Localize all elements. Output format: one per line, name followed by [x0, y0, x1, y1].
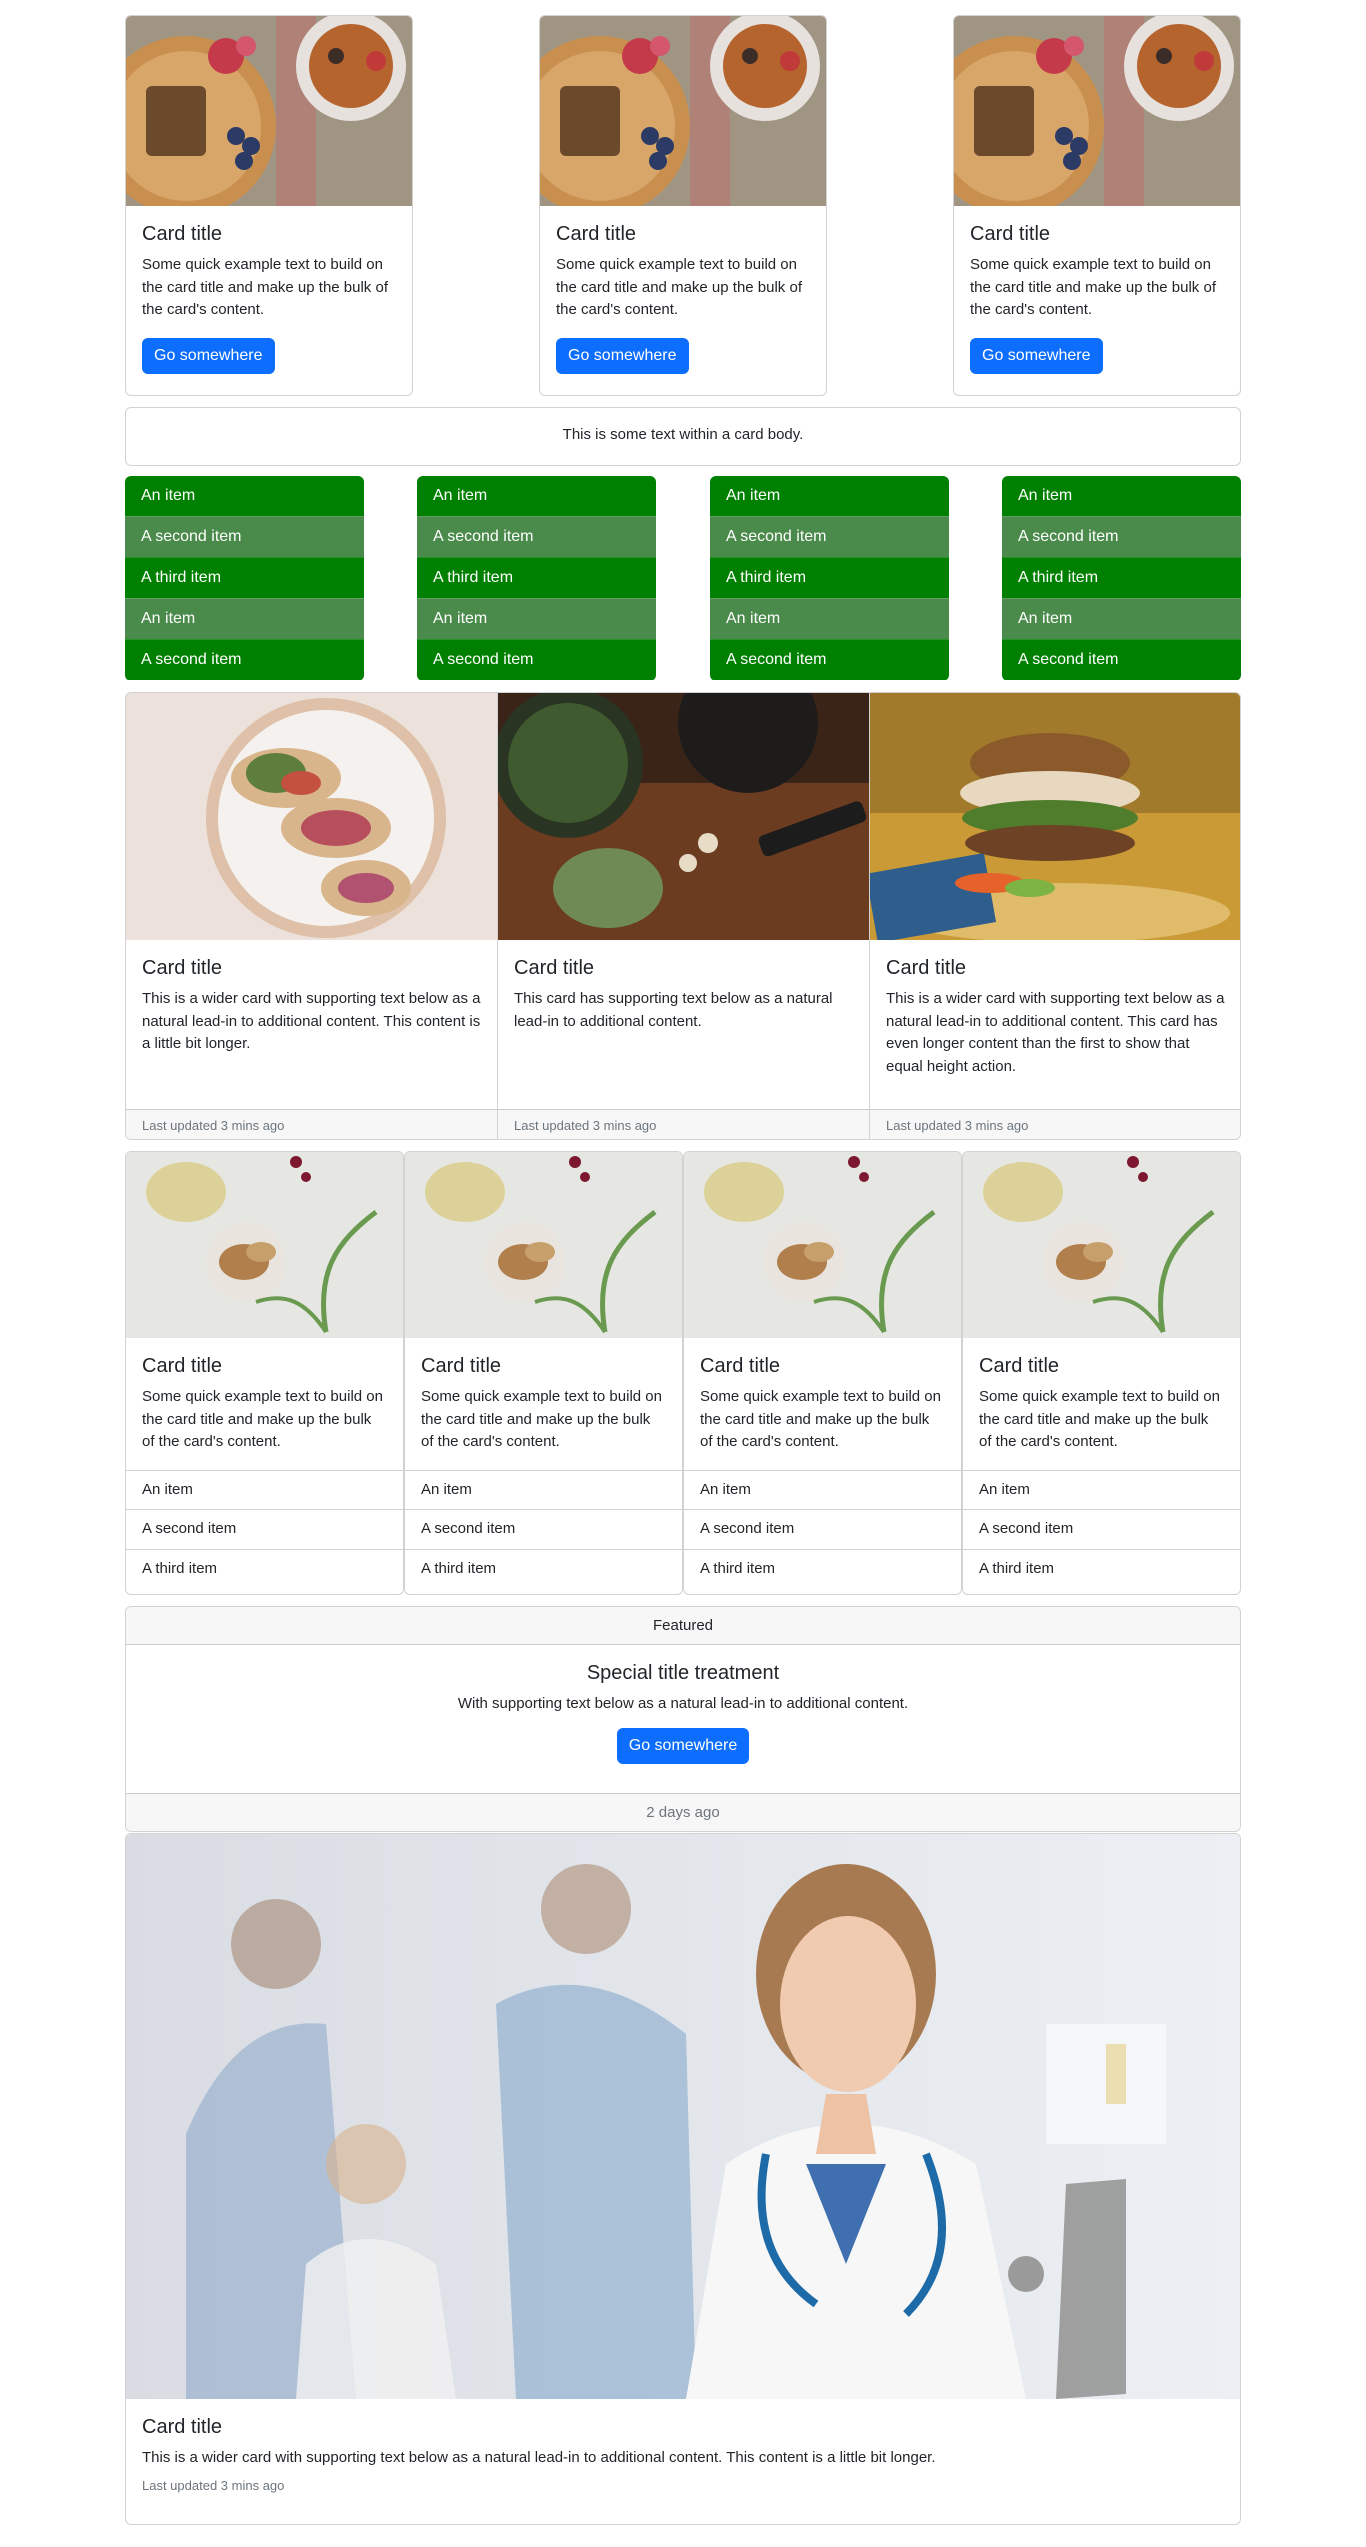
list-item: A third item — [417, 557, 656, 598]
big-image-card: Card title This is a wider card with sup… — [125, 1833, 1241, 2525]
card-image — [126, 693, 497, 940]
card-group: Card title This is a wider card with sup… — [125, 692, 1241, 1140]
card-footer: Last updated 3 mins ago — [498, 1109, 869, 1139]
card-title: Card title — [886, 957, 967, 979]
list-item: A second item — [963, 1509, 1240, 1549]
card-image — [540, 16, 826, 206]
list-item: A second item — [126, 1509, 403, 1549]
card-text: Some quick example text to build on the … — [142, 256, 388, 318]
list-item: A third item — [1002, 557, 1241, 598]
list-item: An item — [710, 476, 949, 516]
card-image — [498, 693, 869, 940]
card-image — [126, 1834, 1240, 2399]
card-footer: Last updated 3 mins ago — [870, 1109, 1240, 1139]
card-footer: Last updated 3 mins ago — [126, 1109, 497, 1139]
list-item: An item — [1002, 476, 1241, 516]
card-title: Card title — [421, 1355, 502, 1377]
list-item: A second item — [417, 639, 656, 680]
list-item: An item — [1002, 598, 1241, 639]
list-item: An item — [125, 598, 364, 639]
go-somewhere-button[interactable]: Go somewhere — [970, 337, 1103, 374]
list-item: A third item — [684, 1548, 961, 1589]
card-image — [963, 1152, 1240, 1338]
card-text: Some quick example text to build on the … — [970, 256, 1216, 318]
card-text: Some quick example text to build on the … — [700, 1388, 941, 1450]
card-title: Card title — [556, 223, 637, 245]
last-updated-text: Last updated 3 mins ago — [142, 2477, 285, 2493]
card-title: Card title — [979, 1355, 1060, 1377]
list-item: A third item — [405, 1548, 682, 1589]
list-item: A second item — [684, 1509, 961, 1549]
list-item: A second item — [405, 1509, 682, 1549]
go-somewhere-button[interactable]: Go somewhere — [556, 337, 689, 374]
list-group-4: An item A second item A third item An it… — [1002, 476, 1241, 681]
card-text: This is a wider card with supporting tex… — [142, 2449, 936, 2466]
card-text: Some quick example text to build on the … — [556, 256, 802, 318]
card-image — [954, 16, 1240, 206]
card-image — [126, 16, 412, 206]
list-item: A second item — [1002, 516, 1241, 557]
card-title: Card title — [142, 1355, 223, 1377]
group-card-2: Card title This card has supporting text… — [498, 693, 870, 1139]
list-item: An item — [125, 476, 364, 516]
card-header: Featured — [126, 1607, 1240, 1645]
card-text: Some quick example text to build on the … — [421, 1388, 662, 1450]
list-item: A second item — [417, 516, 656, 557]
list-item: An item — [963, 1469, 1240, 1510]
list-item: A second item — [125, 639, 364, 680]
list-item: A third item — [963, 1548, 1240, 1589]
go-somewhere-button[interactable]: Go somewhere — [142, 337, 275, 374]
card-title: Card title — [700, 1355, 781, 1377]
list-group-1: An item A second item A third item An it… — [125, 476, 364, 681]
featured-card: Featured Special title treatment With su… — [125, 1606, 1241, 1832]
list-item: A second item — [125, 516, 364, 557]
card-title: Card title — [142, 2416, 223, 2438]
list-item: An item — [710, 598, 949, 639]
card-image — [126, 1152, 403, 1338]
card-image — [870, 693, 1240, 940]
list-item: An item — [417, 476, 656, 516]
list-card-4: Card title Some quick example text to bu… — [962, 1151, 1241, 1595]
featured-text: With supporting text below as a natural … — [457, 1695, 909, 1712]
go-somewhere-button[interactable]: Go somewhere — [616, 1727, 750, 1764]
list-item: An item — [417, 598, 656, 639]
card-text: This is a wider card with supporting tex… — [142, 990, 481, 1052]
group-card-3: Card title This is a wider card with sup… — [870, 693, 1240, 1139]
text-card: This is some text within a card body. — [125, 407, 1241, 466]
list-item: A second item — [710, 639, 949, 680]
card-1: Card title Some quick example text to bu… — [125, 15, 413, 396]
list-item: A third item — [125, 557, 364, 598]
card-2: Card title Some quick example text to bu… — [539, 15, 827, 396]
card-text: This is a wider card with supporting tex… — [886, 990, 1225, 1075]
card-3: Card title Some quick example text to bu… — [953, 15, 1241, 396]
card-title: Card title — [142, 223, 223, 245]
list-item: A second item — [710, 516, 949, 557]
list-item: An item — [126, 1469, 403, 1510]
list-group-2: An item A second item A third item An it… — [417, 476, 656, 681]
list-item: A third item — [126, 1548, 403, 1589]
card-image — [405, 1152, 682, 1338]
list-item: An item — [684, 1469, 961, 1510]
card-text: Some quick example text to build on the … — [979, 1388, 1220, 1450]
group-card-1: Card title This is a wider card with sup… — [126, 693, 498, 1139]
card-image — [684, 1152, 961, 1338]
card-text: Some quick example text to build on the … — [142, 1388, 383, 1450]
card-title: Card title — [970, 223, 1051, 245]
list-card-2: Card title Some quick example text to bu… — [404, 1151, 683, 1595]
featured-title: Special title treatment — [586, 1662, 780, 1684]
list-group-3: An item A second item A third item An it… — [710, 476, 949, 681]
list-card-3: Card title Some quick example text to bu… — [683, 1151, 962, 1595]
card-footer: 2 days ago — [126, 1793, 1240, 1831]
card-text: This card has supporting text below as a… — [514, 990, 833, 1030]
card-title: Card title — [514, 957, 595, 979]
list-item: A third item — [710, 557, 949, 598]
list-item: A second item — [1002, 639, 1241, 680]
list-card-1: Card title Some quick example text to bu… — [125, 1151, 404, 1595]
card-title: Card title — [142, 957, 223, 979]
list-item: An item — [405, 1469, 682, 1510]
card-body-text: This is some text within a card body. — [562, 426, 804, 443]
